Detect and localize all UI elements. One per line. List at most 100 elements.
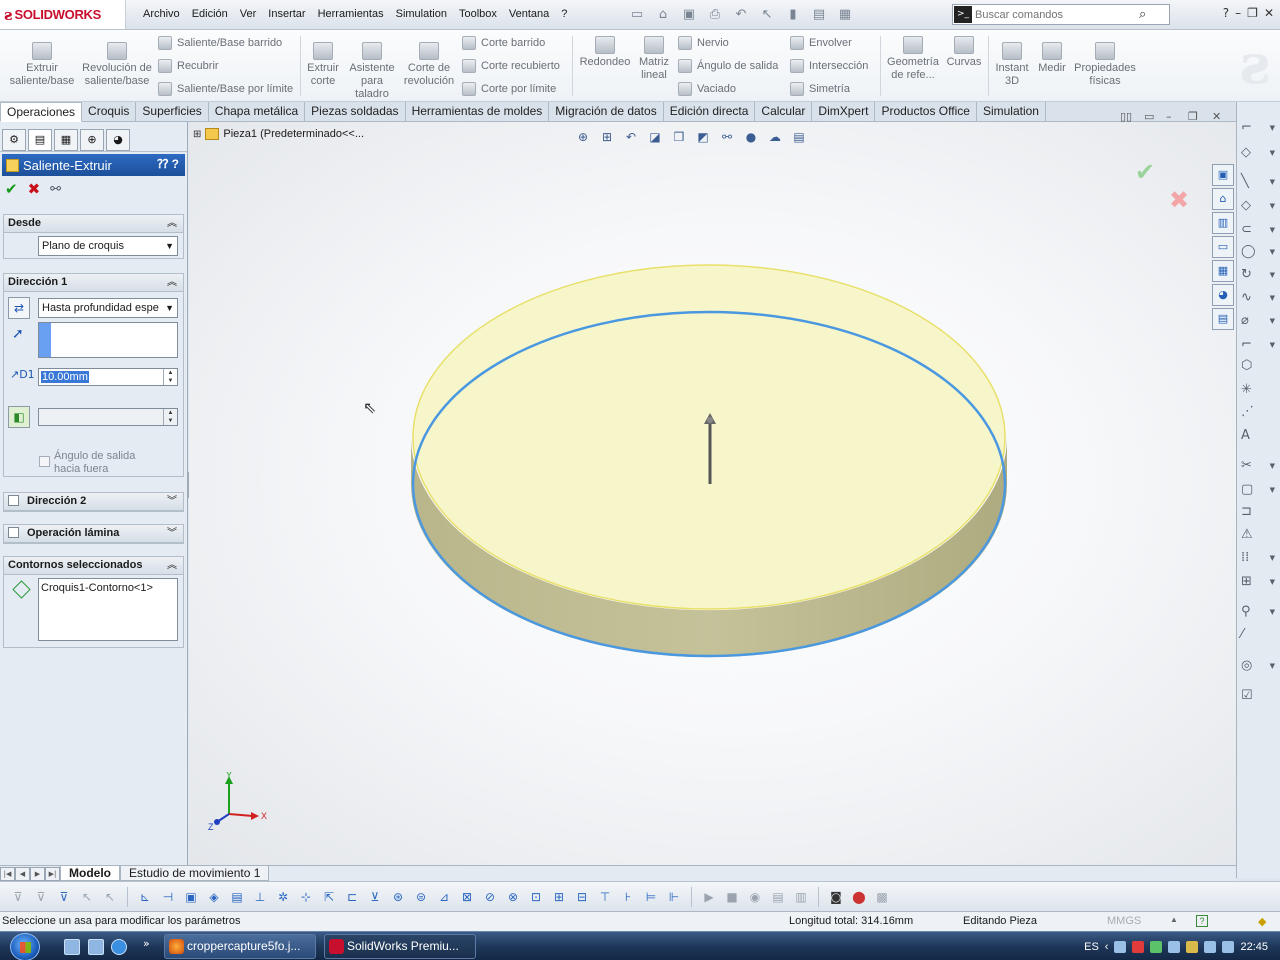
tray-acrobat-icon[interactable] [1132, 940, 1145, 953]
rebuild-icon[interactable]: ▮ [782, 4, 804, 24]
tab-productos-office[interactable]: Productos Office [875, 102, 977, 122]
search-commands[interactable]: >_ ⌕ [952, 4, 1170, 25]
tab-migracion-datos[interactable]: Migración de datos [549, 102, 664, 122]
corte-barrido-button[interactable]: Corte barrido [462, 34, 545, 52]
group-direccion2-header[interactable]: Dirección 2 ︾ [4, 493, 183, 511]
smart-dimension-icon[interactable]: ◇ ▼ [1241, 145, 1275, 163]
task-pane-appearances-icon[interactable]: ◕ [1212, 284, 1234, 306]
open-icon[interactable]: ⌂ [652, 4, 674, 24]
filter-cosmetic-thread-icon[interactable]: ⊘ [480, 887, 500, 907]
draft-on-off-icon[interactable]: ◧ [8, 406, 30, 428]
menu-help[interactable]: ? [555, 8, 573, 20]
solidworks-logo[interactable]: ƨ SOLIDWORKS [0, 0, 126, 29]
feature-manager-tab-icon[interactable]: ⚙ [2, 129, 26, 151]
filter-part-icon[interactable]: ▤ [227, 887, 247, 907]
tray-security-icon[interactable] [1168, 940, 1181, 953]
start-button-icon[interactable] [10, 933, 40, 960]
asistente-taladro-button[interactable]: Asistente para taladro [346, 42, 398, 101]
tab-calcular[interactable]: Calcular [755, 102, 813, 122]
tray-update-icon[interactable] [1186, 940, 1199, 953]
simetria-button[interactable]: Simetría [790, 80, 850, 98]
extruir-corte-button[interactable]: Extruir corte [304, 42, 342, 88]
filter-vertices-icon[interactable]: ⊾ [135, 887, 155, 907]
recubrir-button[interactable]: Recubrir [158, 57, 219, 75]
extruir-saliente-button[interactable]: Extruir saliente/base [8, 42, 76, 88]
direction-selection-box[interactable] [38, 322, 178, 358]
clock[interactable]: 22:45 [1240, 941, 1268, 953]
collapse-chevron-icon[interactable]: ︽ [167, 215, 177, 232]
quick-launch-more-icon[interactable]: » [143, 937, 150, 950]
group-direccion1-header[interactable]: Dirección 1 ︽ [4, 274, 183, 292]
menu-herramientas[interactable]: Herramientas [312, 8, 390, 20]
tab-modelo[interactable]: Modelo [60, 866, 120, 881]
save-icon[interactable]: ▣ [678, 4, 700, 24]
graphics-area[interactable]: ⊞ Pieza1 (Predeterminado<<... ⊕ ⊞ ↶ ◪ ❒ … [189, 122, 1236, 865]
filter-dowel-icon[interactable]: ⊤ [595, 887, 615, 907]
tab-piezas-soldadas[interactable]: Piezas soldadas [305, 102, 406, 122]
depth-input[interactable]: 10.00mm ▲ ▼ [38, 368, 178, 386]
tray-network-icon[interactable] [1204, 940, 1217, 953]
corte-recubierto-button[interactable]: Corte recubierto [462, 57, 560, 75]
corte-revolucion-button[interactable]: Corte de revolución [402, 42, 456, 88]
filter-block-icon[interactable]: ⊡ [526, 887, 546, 907]
depth-spinner-icon[interactable]: ▲ ▼ [163, 369, 177, 385]
search-input[interactable] [975, 8, 1135, 21]
task-pane-home-icon[interactable]: ⌂ [1212, 188, 1234, 210]
menu-insertar[interactable]: Insertar [262, 8, 311, 20]
detailed-preview-icon[interactable]: ⚯ [50, 182, 61, 197]
angulo-salida-button[interactable]: Ángulo de salida [678, 57, 778, 75]
filter-axis-icon[interactable]: ⊥ [250, 887, 270, 907]
line-icon[interactable]: ╲ ▼ [1241, 174, 1275, 192]
filter-plane-icon[interactable]: ⊹ [296, 887, 316, 907]
select-icon[interactable]: ↖ [756, 4, 778, 24]
minimize-icon[interactable]: – [1235, 6, 1241, 20]
filter-datum-icon[interactable]: ⊿ [434, 887, 454, 907]
undo-icon[interactable]: ↶ [730, 4, 752, 24]
convert-entities-icon[interactable]: ▢ ▼ [1241, 482, 1275, 500]
filter-edges-icon[interactable]: ⊣ [158, 887, 178, 907]
slot-icon[interactable]: ⊂ ▼ [1241, 222, 1275, 240]
menu-ventana[interactable]: Ventana [503, 8, 555, 20]
units-dropdown-icon[interactable]: ▲ [1170, 915, 1178, 924]
end-condition-select[interactable]: Hasta profundidad espe ▼ [38, 298, 178, 318]
menu-archivo[interactable]: Archivo [137, 8, 186, 20]
menu-edicion[interactable]: Edición [186, 8, 234, 20]
corte-limite-button[interactable]: Corte por límite [462, 80, 556, 98]
mirror-sketch-icon[interactable]: ⚠ [1241, 527, 1275, 545]
close-icon[interactable]: ✕ [1264, 6, 1274, 20]
explorer-icon[interactable] [88, 939, 104, 955]
status-help-icon[interactable]: ? [1196, 915, 1208, 927]
options-icon[interactable]: ▦ [834, 4, 856, 24]
tab-estudio-movimiento[interactable]: Estudio de movimiento 1 [120, 866, 270, 881]
tab-croquis[interactable]: Croquis [82, 102, 137, 122]
centerline-icon[interactable]: ⋰ [1241, 404, 1275, 422]
checkbox-icon[interactable] [39, 456, 50, 467]
revolucion-saliente-button[interactable]: Revolución de saliente/base [82, 42, 152, 88]
curvas-button[interactable]: Curvas [944, 36, 984, 69]
operacion-lamina-checkbox[interactable] [8, 526, 19, 538]
point-icon[interactable]: ✳ [1241, 382, 1275, 400]
last-tab-icon[interactable]: ▶| [45, 866, 60, 881]
menu-ver[interactable]: Ver [234, 8, 263, 20]
tray-volume-icon[interactable] [1222, 940, 1235, 953]
desde-select[interactable]: Plano de croquis ▼ [38, 236, 178, 256]
new-macro-icon[interactable]: ▤ [768, 887, 788, 907]
select-tool-icon[interactable]: ↖ [77, 887, 97, 907]
sketch-tool-icon[interactable]: ⌐ ▼ [1241, 120, 1275, 138]
filter-toggle-icon[interactable]: ⊽ [31, 887, 51, 907]
offset-entities-icon[interactable]: ⊐ [1241, 504, 1275, 522]
nervio-button[interactable]: Nervio [678, 34, 729, 52]
quick-snaps-icon[interactable]: ◎ ▼ [1241, 658, 1275, 676]
vaciado-button[interactable]: Vaciado [678, 80, 736, 98]
stop-video-icon[interactable]: ▩ [872, 887, 892, 907]
tab-edicion-directa[interactable]: Edición directa [664, 102, 756, 122]
filter-solid-icon[interactable]: ▣ [181, 887, 201, 907]
tab-herramientas-moldes[interactable]: Herramientas de moldes [406, 102, 550, 122]
tab-simulation[interactable]: Simulation [977, 102, 1046, 122]
task-pane-view-palette-icon[interactable]: ▦ [1212, 260, 1234, 282]
repair-sketch-icon[interactable]: ⁄ [1241, 627, 1275, 645]
filter-table-icon[interactable]: ⊦ [618, 887, 638, 907]
filter-faces-icon[interactable]: ⊽ [54, 887, 74, 907]
language-indicator[interactable]: ES [1084, 941, 1099, 953]
rapid-sketch-icon[interactable]: ☑ [1241, 688, 1275, 706]
